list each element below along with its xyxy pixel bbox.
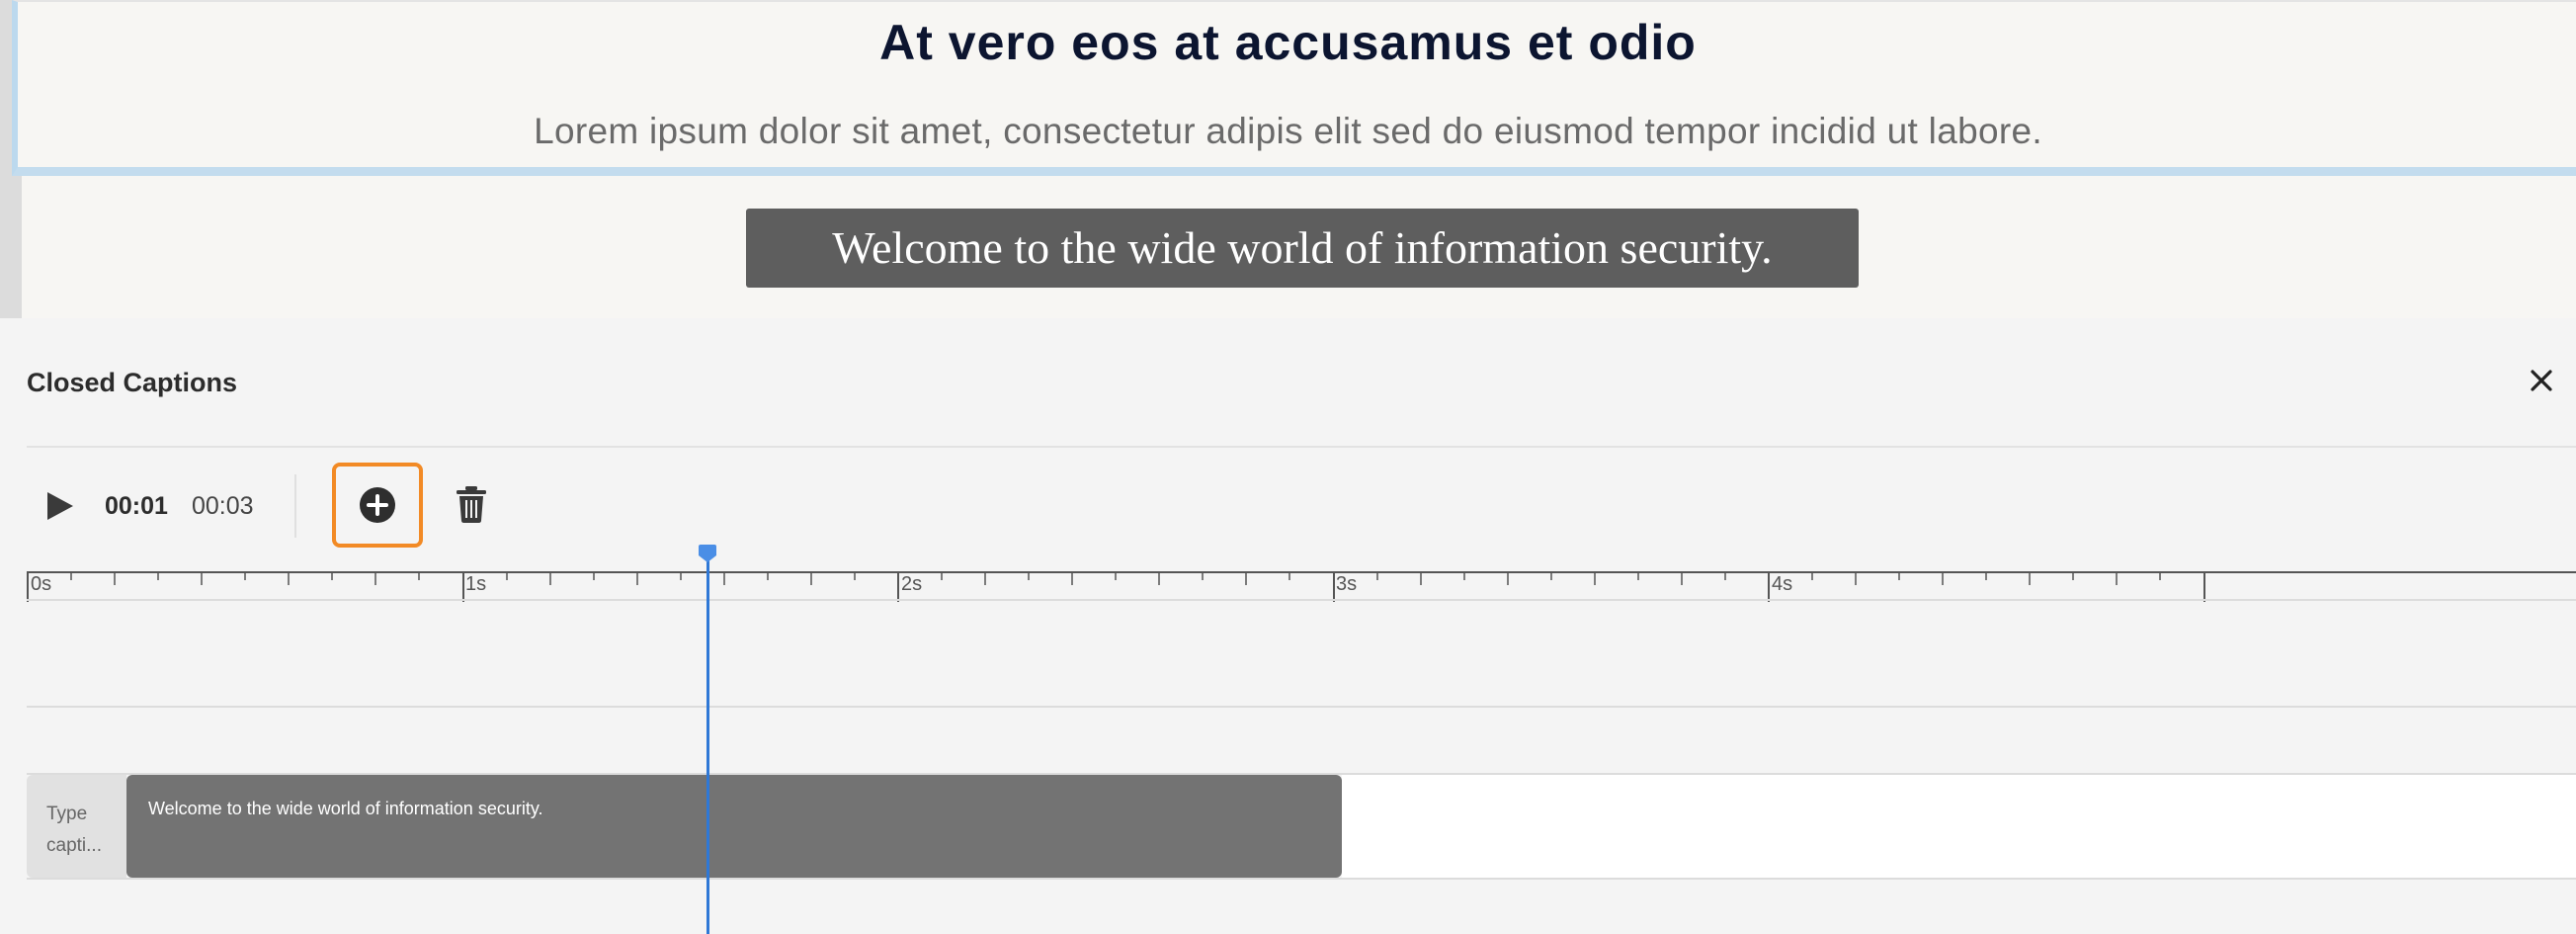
toolbar-separator — [294, 474, 296, 538]
caption-clip-text: Welcome to the wide world of information… — [148, 799, 543, 818]
caption-clip[interactable]: Welcome to the wide world of information… — [126, 775, 1342, 878]
ruler-label-1s: 1s — [465, 573, 487, 595]
slide-subtitle: Lorem ipsum dolor sit amet, consectetur … — [534, 111, 2042, 151]
playhead-handle[interactable] — [697, 544, 718, 563]
track-label-line2: capti... — [46, 835, 102, 856]
track-label-line1: Type — [46, 804, 88, 824]
add-caption-button[interactable] — [332, 463, 423, 548]
ruler-label-0s: 0s — [31, 573, 52, 595]
trash-icon — [457, 486, 486, 523]
play-button[interactable] — [42, 488, 77, 524]
caption-track-empty[interactable] — [1342, 775, 2576, 878]
panel-title: Closed Captions — [27, 368, 238, 397]
close-button[interactable] — [2523, 362, 2560, 399]
closed-captions-panel: Closed Captions 00:01 00:03 0s 1s 2s 3s … — [0, 318, 2576, 934]
slide-title: At vero eos at accusamus et odio — [879, 15, 1697, 70]
add-circle-icon — [360, 487, 395, 523]
caption-track-label[interactable]: Type capti... — [27, 775, 126, 878]
caption-overlay: Welcome to the wide world of information… — [746, 209, 1859, 288]
total-duration: 00:03 — [192, 492, 254, 520]
slide-preview: At vero eos at accusamus et odio Lorem i… — [0, 0, 2576, 318]
ruler-label-2s: 2s — [901, 573, 923, 595]
ruler-label-4s: 4s — [1772, 573, 1793, 595]
ruler-label-3s: 3s — [1336, 573, 1358, 595]
close-icon — [2531, 370, 2552, 391]
panel-divider — [27, 446, 2576, 448]
play-icon — [47, 492, 73, 520]
ruler-ticks — [27, 571, 2576, 602]
timeline-ruler[interactable] — [27, 555, 2576, 625]
track-divider — [27, 706, 2576, 708]
playhead[interactable] — [706, 552, 709, 934]
track-divider — [27, 599, 2576, 601]
track-divider — [27, 878, 2576, 880]
current-time: 00:01 — [105, 492, 168, 520]
delete-caption-button[interactable] — [455, 484, 488, 524]
